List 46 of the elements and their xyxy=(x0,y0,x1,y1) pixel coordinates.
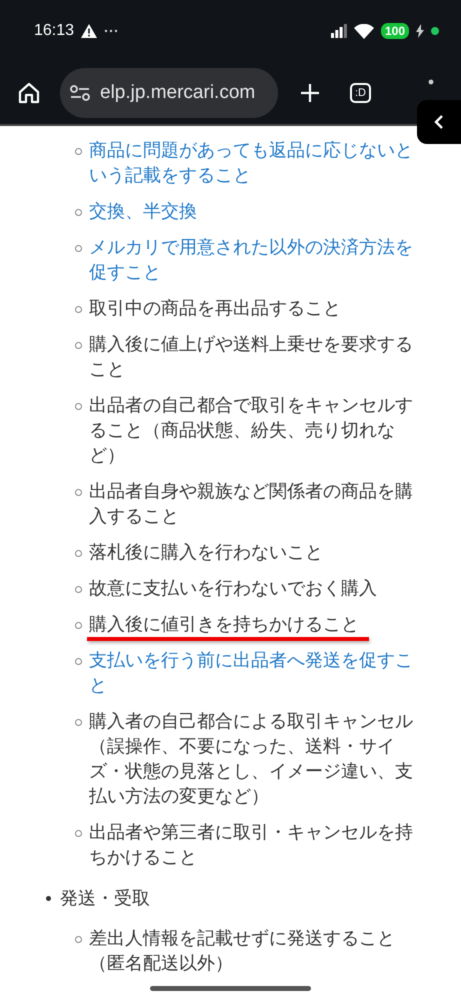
menu-icon[interactable] xyxy=(428,78,434,86)
bullet-icon xyxy=(75,342,82,349)
bullet-icon xyxy=(75,489,82,496)
bullet-icon xyxy=(75,586,82,593)
bullet-icon xyxy=(75,148,82,155)
bullet-icon xyxy=(75,550,82,557)
bullet-icon xyxy=(75,658,82,665)
bullet-icon xyxy=(75,245,82,252)
list-item-text: 購入者の自己都合による取引キャンセル（誤操作、不要になった、送料・サイズ・状態の見落とし、イメージ違い、支払い方法の変更など） xyxy=(89,710,414,809)
clock: 16:13 xyxy=(34,22,74,40)
address-bar[interactable]: elp.jp.mercari.com xyxy=(60,68,278,118)
bullet-icon xyxy=(75,403,82,410)
list-heading: 発送・受取 xyxy=(60,886,150,910)
edge-panel-handle[interactable] xyxy=(417,100,461,144)
list-item-text: 落札後に購入を行わないこと xyxy=(89,541,324,565)
more-notifications-icon xyxy=(104,29,118,33)
list-item-text: 差出人情報を記載せずに発送すること（匿名配送以外） xyxy=(89,927,396,976)
bullet-icon xyxy=(46,896,51,900)
new-tab-icon[interactable] xyxy=(300,83,320,103)
list-item-text: 出品者自身や親族など関係者の商品を購入すること xyxy=(89,480,414,529)
list-item-text: 故意に支払いを行わないでおく購入 xyxy=(89,577,378,601)
link[interactable]: 交換、半交換 xyxy=(89,199,423,224)
bullet-icon xyxy=(75,306,82,313)
list-item-text: 出品者や第三者に取引・キャンセルを持ちかけること xyxy=(89,821,414,870)
bullet-icon xyxy=(75,830,82,837)
warning-icon xyxy=(81,24,98,38)
link[interactable]: メルカリで用意された以外の決済方法を促すこと xyxy=(89,235,423,285)
list-item-text: 出品者の自己都合で取引をキャンセルすること（商品状態、紛失、売り切れなど） xyxy=(89,394,414,468)
url-text: elp.jp.mercari.com xyxy=(100,82,256,104)
battery-level: 100 xyxy=(380,23,409,39)
bullet-icon xyxy=(75,936,82,943)
site-settings-icon[interactable] xyxy=(70,85,90,101)
charging-icon xyxy=(416,24,424,38)
wifi-icon xyxy=(354,24,374,38)
bullet-icon xyxy=(75,719,82,726)
tab-switcher-button[interactable]: :D xyxy=(350,83,371,103)
home-icon[interactable] xyxy=(18,82,40,104)
signal-icon xyxy=(330,24,347,38)
bullet-icon xyxy=(75,622,82,629)
list-item-text: 購入後に値引きを持ちかけること xyxy=(89,613,360,637)
bullet-icon xyxy=(75,209,82,216)
list-item-text: 取引中の商品を再出品すること xyxy=(89,297,342,321)
link[interactable]: 商品に問題があっても返品に応じないという記載をすること xyxy=(89,138,423,188)
link[interactable]: 支払いを行う前に出品者へ発送を促すこと xyxy=(89,648,423,698)
list-item-text: 購入後に値上げや送料上乗せを要求すること xyxy=(89,333,414,382)
camera-dot-icon xyxy=(431,27,439,35)
